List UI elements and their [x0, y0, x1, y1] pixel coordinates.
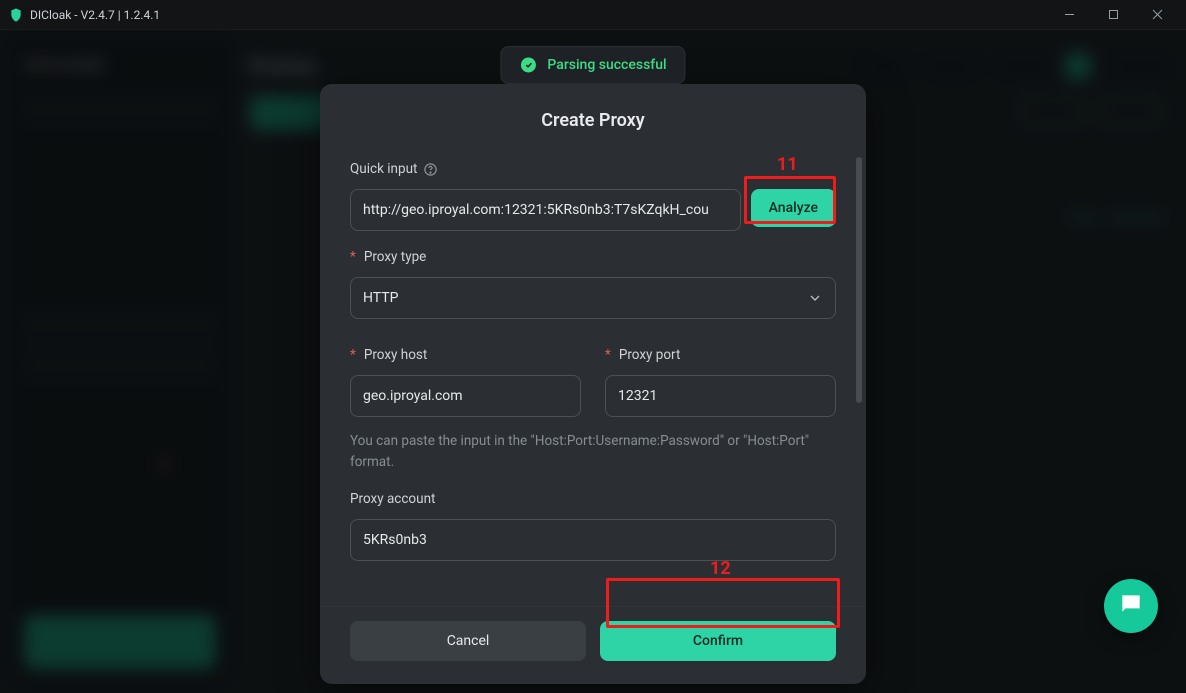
quick-input-field[interactable]: [350, 189, 741, 231]
window-title: DICloak - V2.4.7 | 1.2.4.1: [30, 8, 160, 22]
chat-icon: [1118, 591, 1144, 621]
check-circle-icon: [519, 56, 537, 74]
help-icon[interactable]: [423, 162, 438, 177]
proxy-port-input[interactable]: [618, 388, 823, 404]
analyze-button[interactable]: Analyze: [751, 189, 836, 227]
create-proxy-modal: Create Proxy Quick input: [320, 84, 866, 684]
scrollbar-thumb[interactable]: [856, 157, 862, 403]
proxy-type-value: HTTP: [363, 290, 398, 306]
titlebar: DICloak - V2.4.7 | 1.2.4.1: [0, 0, 1186, 30]
proxy-account-input[interactable]: [363, 532, 823, 548]
toast-success: Parsing successful: [500, 46, 685, 84]
proxy-host-field[interactable]: [350, 375, 581, 417]
proxy-type-select[interactable]: HTTP: [350, 277, 836, 319]
quick-input-label: Quick input: [350, 161, 836, 177]
proxy-host-input[interactable]: [363, 388, 568, 404]
proxy-account-field[interactable]: [350, 519, 836, 561]
confirm-button[interactable]: Confirm: [600, 621, 836, 661]
chat-button[interactable]: [1104, 579, 1158, 633]
proxy-host-label: *Proxy host: [350, 347, 581, 363]
close-button[interactable]: [1136, 0, 1178, 30]
app-icon: [8, 7, 24, 23]
chevron-down-icon: [807, 290, 823, 306]
quick-input[interactable]: [363, 202, 728, 218]
modal-title: Create Proxy: [320, 84, 866, 135]
proxy-account-label: Proxy account: [350, 491, 836, 507]
proxy-port-label: *Proxy port: [605, 347, 836, 363]
minimize-button[interactable]: [1048, 0, 1090, 30]
maximize-button[interactable]: [1092, 0, 1134, 30]
format-hint: You can paste the input in the "Host:Por…: [350, 431, 836, 473]
toast-text: Parsing successful: [547, 57, 666, 73]
proxy-type-label: *Proxy type: [350, 249, 836, 265]
proxy-port-field[interactable]: [605, 375, 836, 417]
cancel-button[interactable]: Cancel: [350, 621, 586, 661]
